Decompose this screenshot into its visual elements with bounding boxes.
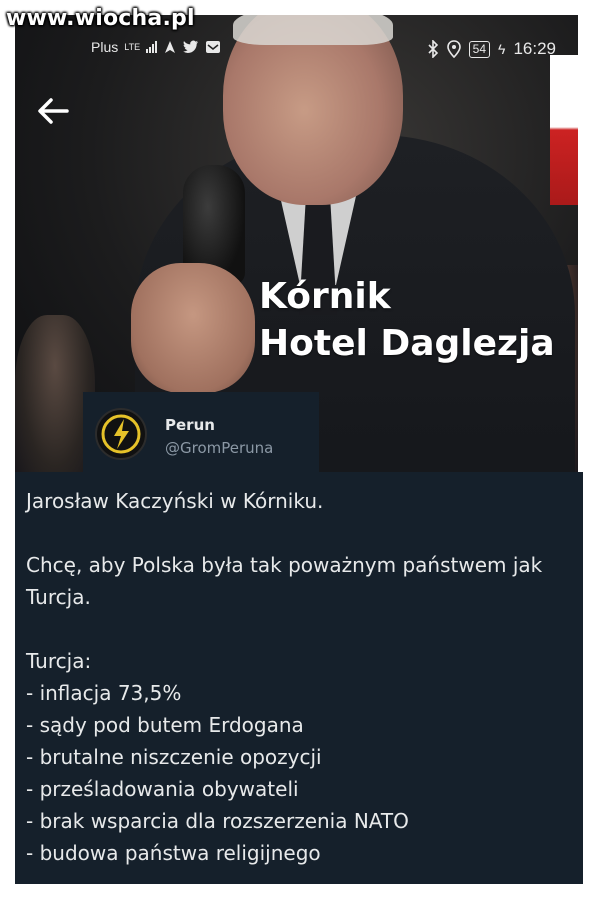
screenshot-frame: Plus LTE 54 ϟ 16:29 Kórnik Hotel Daglezj… <box>0 0 593 900</box>
clock: 16:29 <box>513 39 556 58</box>
lightning-bolt-icon <box>101 414 141 454</box>
list-item: - brutalne niszczenie opozycji <box>26 745 322 769</box>
battery-indicator: 54 <box>468 40 491 58</box>
mail-icon <box>206 41 221 53</box>
status-bar-right: 54 ϟ 16:29 <box>427 39 556 59</box>
watermark: www.wiocha.pl <box>6 6 195 31</box>
list-item: - sądy pod butem Erdogana <box>26 713 304 737</box>
back-arrow-icon <box>38 98 69 124</box>
person-hand <box>131 263 255 393</box>
navigation-icon <box>165 41 176 53</box>
tweet-list-title: Turcja: <box>26 649 92 673</box>
signal-icon <box>146 41 158 53</box>
carrier-label: Plus <box>91 39 119 55</box>
author-card[interactable]: Perun @GromPeruna <box>83 392 319 472</box>
list-item: - budowa państwa religijnego <box>26 841 321 865</box>
avatar[interactable] <box>95 408 147 460</box>
twitter-icon <box>183 40 199 53</box>
author-handle[interactable]: @GromPeruna <box>165 439 273 457</box>
list-item: - inflacja 73,5% <box>26 681 182 705</box>
list-item: - brak wsparcia dla rozszerzenia NATO <box>26 809 409 833</box>
photo-caption-line2: Hotel Daglezja <box>259 323 555 364</box>
photo-caption-line1: Kórnik <box>259 276 391 317</box>
photo-caption: Kórnik Hotel Daglezja <box>259 273 555 367</box>
author-name[interactable]: Perun <box>165 416 215 434</box>
charging-icon: ϟ <box>498 41 506 57</box>
list-item: - prześladowania obywateli <box>26 777 299 801</box>
status-bar-left: Plus LTE <box>91 39 221 55</box>
bluetooth-icon <box>428 40 438 58</box>
tweet-line2: Chcę, aby Polska była tak poważnym państ… <box>26 553 549 609</box>
tweet-line1: Jarosław Kaczyński w Kórniku. <box>26 489 324 513</box>
location-icon <box>446 40 461 58</box>
back-button[interactable] <box>33 93 73 129</box>
network-label: LTE <box>124 42 141 52</box>
tweet-body: Jarosław Kaczyński w Kórniku. Chcę, aby … <box>15 472 583 884</box>
